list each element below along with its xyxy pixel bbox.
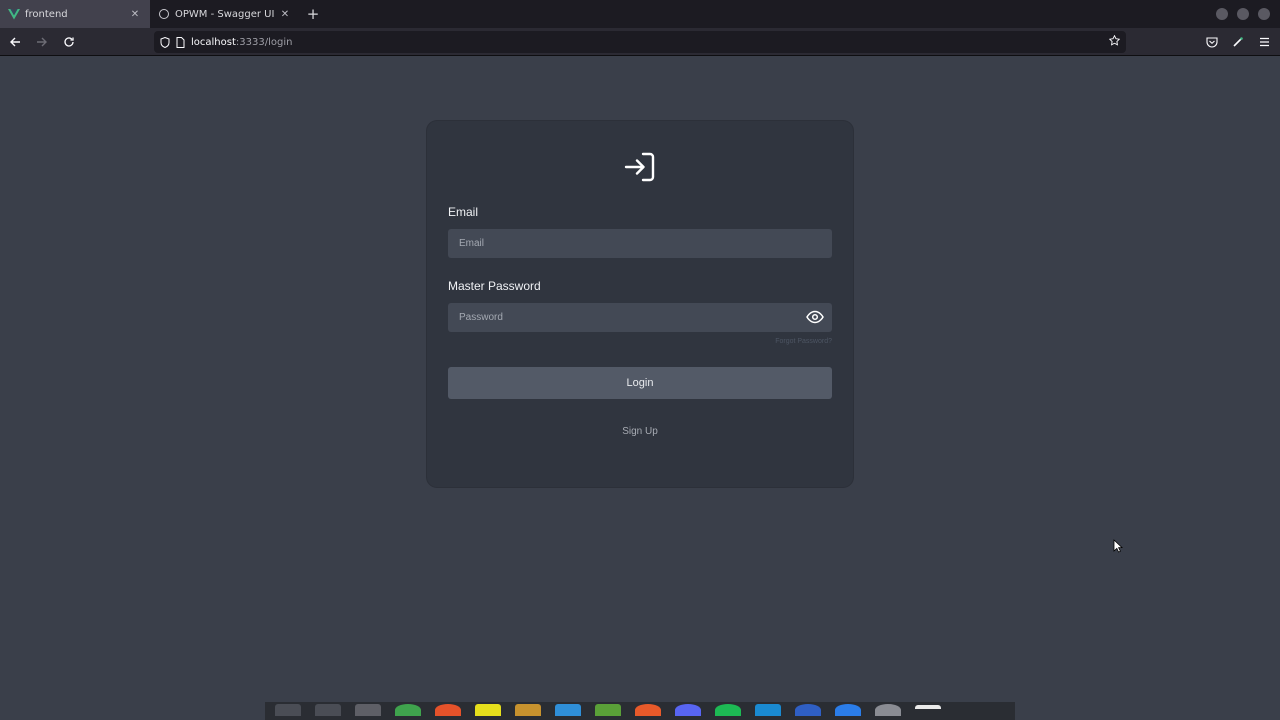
extension-icon[interactable] [1228, 32, 1248, 52]
new-tab-button[interactable]: + [300, 0, 326, 28]
app-6-icon[interactable] [475, 704, 501, 716]
arrow-right-icon [37, 37, 47, 46]
vue-logo-icon [8, 8, 20, 20]
app-12-icon[interactable] [715, 704, 741, 716]
forward-button[interactable] [30, 30, 54, 54]
login-icon [624, 152, 655, 182]
app-9-icon[interactable] [595, 704, 621, 716]
close-window-button[interactable] [1258, 8, 1270, 20]
app-10-icon[interactable] [635, 704, 661, 716]
app-14-icon[interactable] [795, 704, 821, 716]
email-label: Email [448, 205, 479, 219]
reload-button[interactable] [57, 30, 81, 54]
password-label: Master Password [448, 279, 541, 293]
login-button[interactable]: Login [448, 367, 832, 399]
taskbar-dock [265, 702, 1015, 720]
page-icon [176, 36, 185, 48]
menu-icon[interactable] [1254, 32, 1274, 52]
tab-title: OPWM - Swagger UI [175, 8, 275, 20]
close-tab-icon[interactable]: ✕ [278, 9, 292, 20]
bookmark-star-icon[interactable] [1108, 34, 1121, 49]
address-bar[interactable]: localhost:3333/login [154, 31, 1126, 53]
app-7-icon[interactable] [515, 704, 541, 716]
maximize-button[interactable] [1237, 8, 1249, 20]
tab-swagger[interactable]: OPWM - Swagger UI ✕ [150, 0, 300, 28]
app-17-icon[interactable] [915, 705, 941, 709]
back-button[interactable] [3, 30, 27, 54]
url-path: :3333/login [235, 36, 293, 48]
app-2-icon[interactable] [315, 704, 341, 716]
password-input[interactable] [448, 303, 832, 332]
app-15-icon[interactable] [835, 704, 861, 716]
browser-nav-bar: localhost:3333/login [0, 28, 1280, 56]
app-1-icon[interactable] [275, 704, 301, 716]
mouse-cursor-icon [1113, 539, 1123, 553]
pocket-icon[interactable] [1202, 32, 1222, 52]
url-host: localhost [191, 36, 236, 48]
tab-title: frontend [25, 8, 68, 20]
email-input[interactable] [448, 229, 832, 258]
arrow-left-icon [10, 37, 20, 46]
app-11-icon[interactable] [675, 704, 701, 716]
app-13-icon[interactable] [755, 704, 781, 716]
app-3-icon[interactable] [355, 704, 381, 716]
forgot-password-link[interactable]: Forgot Password? [775, 338, 832, 345]
reload-icon [64, 36, 74, 47]
shield-icon [160, 36, 170, 48]
browser-tab-bar: frontend ✕ OPWM - Swagger UI ✕ + [0, 0, 1280, 28]
app-16-icon[interactable] [875, 704, 901, 716]
tab-frontend[interactable]: frontend ✕ [0, 0, 150, 28]
sign-up-link[interactable]: Sign Up [427, 426, 853, 437]
close-tab-icon[interactable]: ✕ [128, 9, 142, 20]
window-controls [1216, 8, 1270, 20]
minimize-button[interactable] [1216, 8, 1228, 20]
swagger-logo-icon [158, 8, 170, 20]
app-5-icon[interactable] [435, 704, 461, 716]
login-card: Email Master Password Forgot Password? L… [427, 121, 853, 487]
app-8-icon[interactable] [555, 704, 581, 716]
app-4-icon[interactable] [395, 704, 421, 716]
eye-icon[interactable] [806, 310, 824, 324]
